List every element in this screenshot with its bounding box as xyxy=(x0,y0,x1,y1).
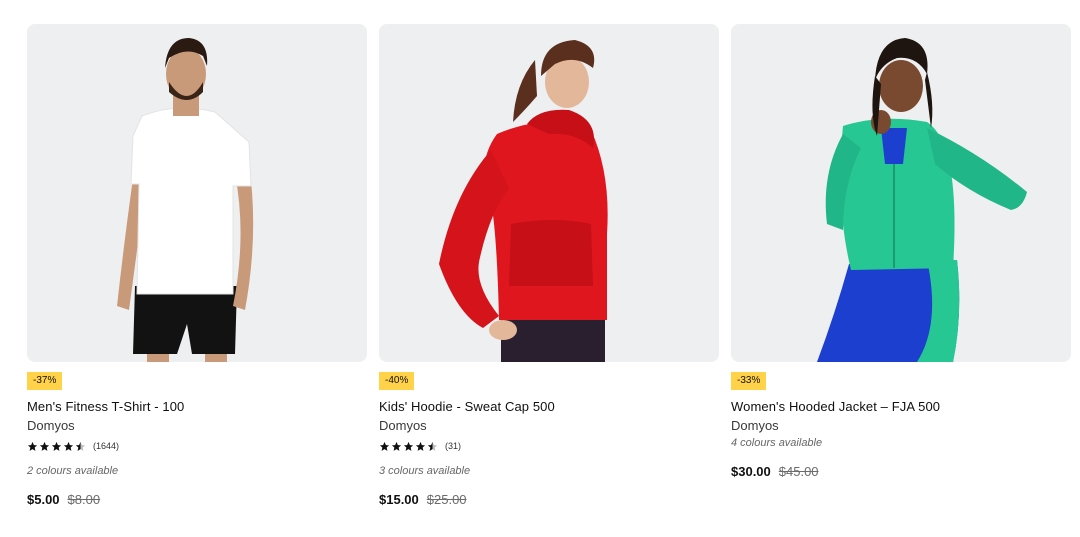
star-icon xyxy=(63,441,74,451)
price-block: $15.00 $25.00 xyxy=(379,492,719,507)
discount-badge: -37% xyxy=(27,372,63,390)
rating-stars xyxy=(27,441,86,452)
current-price: $15.00 xyxy=(379,492,419,507)
half-star-icon xyxy=(75,441,86,451)
star-icon xyxy=(403,441,414,451)
product-rating[interactable]: (1644) xyxy=(27,439,367,453)
original-price: $8.00 xyxy=(67,492,101,507)
half-star-icon xyxy=(427,441,438,451)
star-icon xyxy=(379,441,390,451)
product-grid: -37% Men's Fitness T-Shirt - 100 Domyos … xyxy=(0,0,1080,537)
current-price: $30.00 xyxy=(731,464,771,479)
colours-available: 3 colours available xyxy=(379,465,471,477)
product-brand: Domyos xyxy=(731,418,779,433)
star-icon xyxy=(51,441,62,451)
product-image-tshirt[interactable] xyxy=(27,24,367,362)
product-title[interactable]: Men's Fitness T-Shirt - 100 xyxy=(27,399,367,414)
star-icon xyxy=(27,441,38,451)
original-price: $25.00 xyxy=(426,492,467,507)
product-card[interactable]: -37% Men's Fitness T-Shirt - 100 Domyos … xyxy=(27,24,367,507)
price-block: $5.00 $8.00 xyxy=(27,492,367,507)
product-brand: Domyos xyxy=(379,418,427,433)
star-icon xyxy=(39,441,50,451)
product-card[interactable]: -33% Women's Hooded Jacket – FJA 500 Dom… xyxy=(731,24,1071,479)
product-image-jacket[interactable] xyxy=(731,24,1071,362)
product-title[interactable]: Kids' Hoodie - Sweat Cap 500 xyxy=(379,399,719,414)
star-icon xyxy=(415,441,426,451)
original-price: $45.00 xyxy=(778,464,819,479)
discount-badge: -33% xyxy=(731,372,767,390)
product-brand: Domyos xyxy=(27,418,75,433)
current-price: $5.00 xyxy=(27,492,60,507)
rating-stars xyxy=(379,441,438,452)
discount-badge: -40% xyxy=(379,372,415,390)
star-icon xyxy=(391,441,402,451)
colours-available: 2 colours available xyxy=(27,465,119,477)
product-image-hoodie[interactable] xyxy=(379,24,719,362)
review-count: (1644) xyxy=(93,441,120,451)
review-count: (31) xyxy=(445,441,462,451)
product-rating[interactable]: (31) xyxy=(379,439,719,453)
colours-available: 4 colours available xyxy=(731,437,823,449)
price-block: $30.00 $45.00 xyxy=(731,464,1071,479)
product-card[interactable]: -40% Kids' Hoodie - Sweat Cap 500 Domyos… xyxy=(379,24,719,507)
product-title[interactable]: Women's Hooded Jacket – FJA 500 xyxy=(731,399,1071,414)
